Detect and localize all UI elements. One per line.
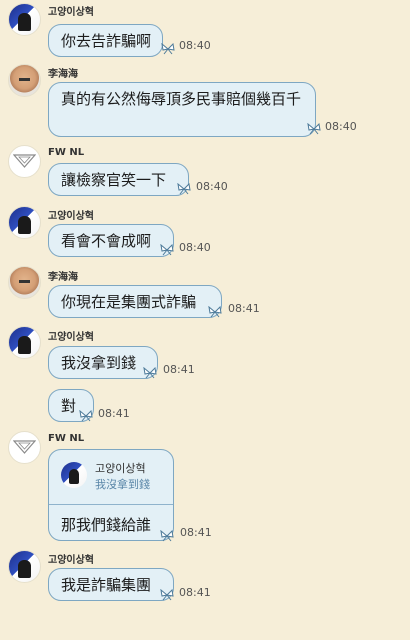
butterfly-icon: [177, 183, 191, 195]
message-bubble[interactable]: 你現在是集團式詐騙: [48, 285, 222, 318]
avatar[interactable]: [8, 3, 41, 36]
sender-name: 고양이상혁: [48, 332, 94, 343]
sender-name: 고양이상혁: [48, 555, 94, 566]
message-bubble[interactable]: 你去告詐騙啊: [48, 24, 163, 57]
timestamp: 08:40: [179, 241, 211, 254]
message-bubble[interactable]: 看會不會成啊: [48, 224, 174, 257]
butterfly-icon: [160, 530, 174, 542]
butterfly-icon: [143, 367, 157, 379]
message-text: 對: [61, 397, 77, 415]
avatar[interactable]: [8, 431, 41, 464]
avatar[interactable]: [8, 550, 41, 583]
message-text: 看會不會成啊: [61, 232, 152, 250]
butterfly-icon: [161, 43, 175, 55]
timestamp: 08:40: [325, 120, 357, 133]
sender-name: 李海海: [48, 272, 78, 283]
sender-name: 李海海: [48, 69, 78, 80]
sender-name: 고양이상혁: [48, 211, 94, 222]
quoted-message[interactable]: 고양이상혁 我沒拿到錢: [49, 450, 173, 505]
timestamp: 08:40: [196, 180, 228, 193]
quoted-text: 我沒拿到錢: [95, 478, 150, 491]
avatar[interactable]: [8, 326, 41, 359]
butterfly-icon: [307, 123, 321, 135]
timestamp: 08:41: [228, 302, 260, 315]
message-text: 那我們錢給誰: [61, 516, 152, 534]
message-bubble[interactable]: 真的有公然侮辱頂多民事賠個幾百千: [48, 82, 316, 137]
triangle-logo-icon: [13, 440, 36, 454]
butterfly-icon: [208, 306, 222, 318]
timestamp: 08:41: [180, 526, 212, 539]
message-text: 你現在是集團式詐騙: [61, 293, 197, 311]
message-bubble[interactable]: 我沒拿到錢: [48, 346, 158, 379]
triangle-logo-icon: [13, 154, 36, 168]
timestamp: 08:40: [179, 39, 211, 52]
avatar[interactable]: [8, 266, 41, 299]
message-text: 真的有公然侮辱頂多民事賠個幾百千: [61, 90, 302, 108]
quoted-avatar: [61, 462, 87, 488]
avatar[interactable]: [8, 145, 41, 178]
message-bubble[interactable]: 我是詐騙集團: [48, 568, 174, 601]
timestamp: 08:41: [98, 407, 130, 420]
timestamp: 08:41: [163, 363, 195, 376]
butterfly-icon: [160, 589, 174, 601]
message-bubble[interactable]: 讓檢察官笑一下: [48, 163, 189, 196]
message-text: 我沒拿到錢: [61, 354, 137, 372]
butterfly-icon: [79, 410, 93, 422]
message-text: 你去告詐騙啊: [61, 32, 152, 50]
sender-name: FW NL: [48, 433, 85, 444]
message-text: 讓檢察官笑一下: [61, 171, 167, 189]
reply-bubble[interactable]: 고양이상혁 我沒拿到錢 那我們錢給誰: [48, 449, 174, 541]
quoted-sender-name: 고양이상혁: [95, 462, 146, 475]
butterfly-icon: [160, 244, 174, 256]
message-text: 我是詐騙集團: [61, 576, 152, 594]
timestamp: 08:41: [179, 586, 211, 599]
avatar[interactable]: [8, 64, 41, 97]
sender-name: FW NL: [48, 147, 85, 158]
avatar[interactable]: [8, 206, 41, 239]
sender-name: 고양이상혁: [48, 7, 94, 18]
